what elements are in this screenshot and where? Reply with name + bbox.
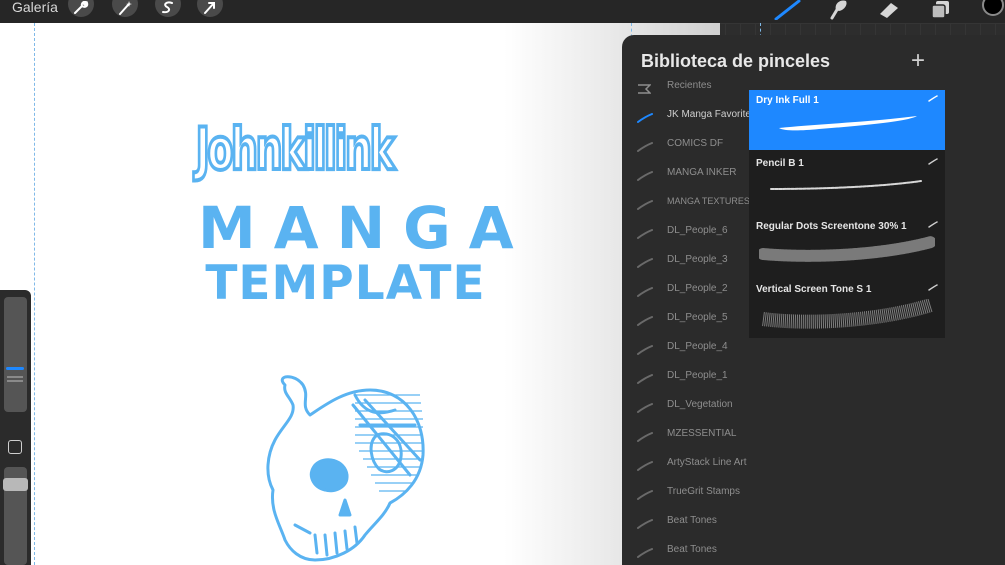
brush-size-handle[interactable] [6, 367, 24, 370]
brush-stroke-icon [637, 432, 653, 442]
brush-name: Regular Dots Screentone 30% 1 [756, 221, 907, 232]
actions-button[interactable] [68, 0, 94, 17]
brush-stroke-icon [637, 258, 653, 268]
brush-set-dl-people-4[interactable]: DL_People_4 [622, 336, 750, 365]
brush-stroke-icon [637, 171, 653, 181]
brush-size-marks [7, 376, 23, 382]
brush-stroke-icon [928, 221, 938, 228]
brush-stroke-icon [637, 490, 653, 500]
brush-set-label: DL_People_1 [667, 370, 728, 381]
brush-stroke-icon [637, 200, 653, 210]
brush-set-dl-vegetation[interactable]: DL_Vegetation [622, 394, 750, 423]
brush-stroke-icon [928, 95, 938, 102]
skull-illustration [266, 375, 425, 562]
brush-item-regular-dots-screentone[interactable]: Regular Dots Screentone 30% 1 [749, 216, 945, 276]
modify-button[interactable] [8, 440, 22, 454]
brush-set-label: COMICS DF [667, 138, 724, 149]
brush-preview [762, 299, 934, 329]
brush-stroke-icon [637, 142, 653, 152]
brush-set-label: MANGA TEXTURES [667, 196, 750, 206]
brush-stroke-icon [928, 284, 938, 291]
brush-stroke-icon [637, 316, 653, 326]
brush-size-slider[interactable] [4, 297, 27, 412]
brush-stroke-icon [637, 403, 653, 413]
brush-set-label: DL_People_2 [667, 283, 728, 294]
brush-item-vertical-screen-tone[interactable]: Vertical Screen Tone S 1 [749, 279, 945, 339]
brush-set-mzessential[interactable]: MZESSENTIAL [622, 423, 750, 452]
top-toolbar: Galería [0, 0, 1005, 23]
brush-stroke-icon [637, 461, 653, 471]
brush-stroke-icon [637, 374, 653, 384]
smudge-icon[interactable] [826, 0, 850, 20]
panel-title: Biblioteca de pinceles [641, 51, 831, 71]
brush-set-comics-df[interactable]: COMICS DF [622, 133, 750, 162]
brush-set-list: Recientes JK Manga Favorites COMICS DF M… [622, 80, 756, 565]
transform-button[interactable] [197, 0, 223, 17]
brush-set-label: MZESSENTIAL [667, 428, 737, 439]
brush-name: Vertical Screen Tone S 1 [756, 284, 872, 295]
guide-line [34, 23, 35, 565]
brush-set-dl-people-1[interactable]: DL_People_1 [622, 365, 750, 394]
brush-stroke-icon [637, 519, 653, 529]
brush-set-beat-tones-2[interactable]: Beat Tones [622, 539, 750, 565]
brush-set-label: DL_People_4 [667, 341, 728, 352]
brush-name: Pencil B 1 [756, 158, 804, 169]
canvas-title-template: TEMPLATE [205, 256, 486, 311]
brush-set-artystack-line-art[interactable]: ArtyStack Line Art [622, 452, 750, 481]
brush-stroke-icon [637, 345, 653, 355]
eraser-icon[interactable] [876, 0, 902, 20]
canvas-title-name: Johnkillink [194, 113, 396, 185]
brush-stroke-icon [637, 229, 653, 239]
selection-icon [162, 1, 173, 14]
brush-preview [779, 116, 917, 131]
brush-set-label: Beat Tones [667, 515, 717, 526]
brush-set-label: Recientes [667, 80, 712, 91]
brush-list: Dry Ink Full 1 Pencil B 1 Regular Dots S… [749, 90, 945, 338]
brush-set-dl-people-2[interactable]: DL_People_2 [622, 278, 750, 307]
brush-stroke-icon [637, 287, 653, 297]
brush-set-label: Beat Tones [667, 544, 717, 555]
brush-set-label: DL_People_3 [667, 254, 728, 265]
brush-set-label: DL_People_5 [667, 312, 728, 323]
brush-set-truegrit-stamps[interactable]: TrueGrit Stamps [622, 481, 750, 510]
gallery-button[interactable]: Galería [12, 0, 58, 14]
brush-stroke-icon [637, 548, 653, 558]
brush-set-label: MANGA INKER [667, 167, 737, 178]
brush-item-pencil-b-1[interactable]: Pencil B 1 [749, 153, 945, 213]
brush-set-manga-textures[interactable]: MANGA TEXTURES [622, 191, 750, 220]
recent-icon [638, 84, 651, 94]
brush-set-label: DL_Vegetation [667, 399, 733, 410]
brush-set-dl-people-5[interactable]: DL_People_5 [622, 307, 750, 336]
brush-set-label: TrueGrit Stamps [667, 486, 740, 497]
brush-icon[interactable] [773, 0, 803, 20]
canvas-title-manga: MANGA [198, 194, 532, 262]
brush-set-label: ArtyStack Line Art [667, 457, 747, 468]
brush-stroke-icon [928, 158, 938, 165]
brush-set-beat-tones[interactable]: Beat Tones [622, 510, 750, 539]
brush-set-dl-people-6[interactable]: DL_People_6 [622, 220, 750, 249]
brush-preview [770, 180, 922, 190]
brush-set-label: JK Manga Favorites [667, 109, 756, 120]
selection-button[interactable] [155, 0, 181, 17]
brush-set-jk-manga-favorites[interactable]: JK Manga Favorites [622, 104, 756, 133]
magic-wand-icon [119, 1, 132, 15]
wrench-icon [74, 1, 89, 14]
layers-icon[interactable] [929, 0, 953, 20]
brush-item-dry-ink-full-1[interactable]: Dry Ink Full 1 [749, 90, 945, 150]
opacity-handle[interactable] [3, 478, 28, 491]
brush-set-label: DL_People_6 [667, 225, 728, 236]
color-swatch[interactable] [982, 0, 1004, 16]
procreate-screen: Johnkillink MANGA TEMPLATE Galería Bibli… [0, 0, 1005, 565]
brush-set-dl-people-3[interactable]: DL_People_3 [622, 249, 750, 278]
brush-set-recientes[interactable]: Recientes [622, 75, 750, 104]
adjustments-button[interactable] [112, 0, 138, 17]
brush-stroke-icon [637, 113, 653, 123]
transform-icon [204, 2, 215, 14]
brush-preview [759, 236, 935, 262]
plus-icon[interactable]: + [911, 49, 925, 73]
brush-name: Dry Ink Full 1 [756, 95, 819, 106]
brush-set-manga-inker[interactable]: MANGA INKER [622, 162, 750, 191]
